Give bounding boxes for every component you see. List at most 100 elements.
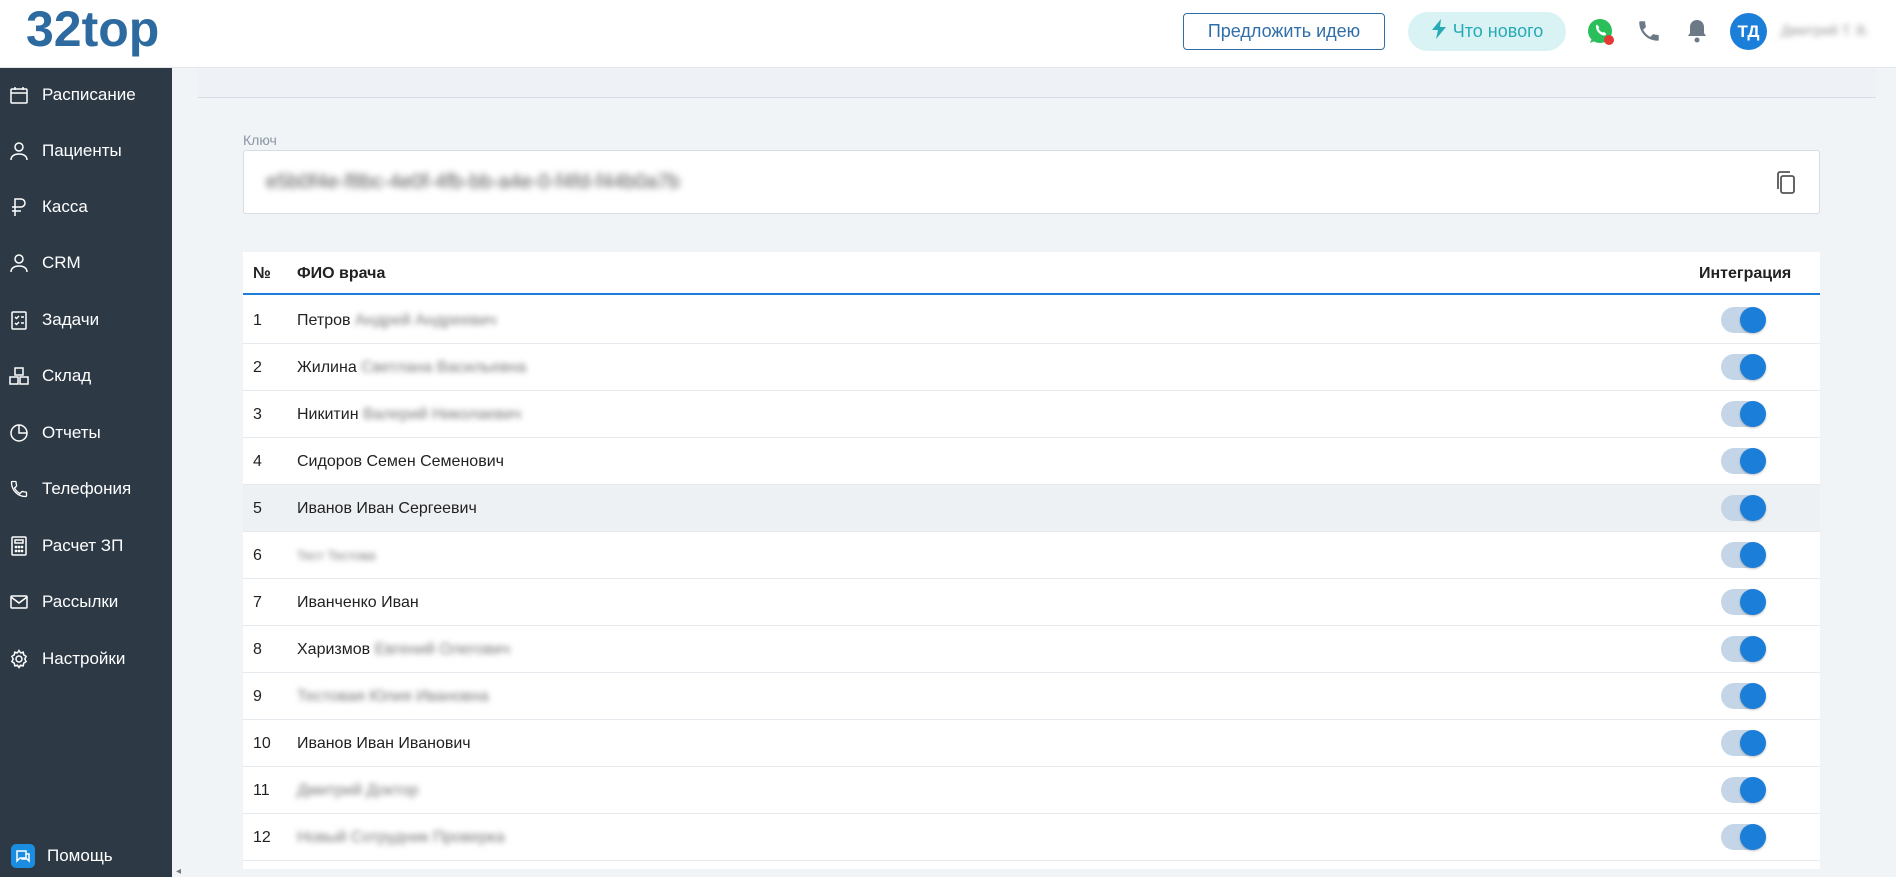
integration-toggle[interactable] [1721, 401, 1766, 427]
table-row: 10 Иванов Иван Иванович [243, 720, 1820, 767]
integration-toggle[interactable] [1721, 542, 1766, 568]
sidebar-item-label: CRM [42, 253, 81, 272]
doctor-name: Иванов Иван Иванович [297, 735, 471, 752]
doctor-name: Сидоров Семен Семенович [297, 453, 504, 470]
sidebar-item-mailings[interactable]: Рассылки [0, 582, 172, 622]
bell-icon[interactable] [1682, 16, 1712, 46]
integration-toggle[interactable] [1721, 636, 1766, 662]
doctor-name: Дмитрий Доктор [297, 782, 419, 799]
row-number: 2 [253, 359, 262, 376]
row-number: 9 [253, 688, 262, 705]
sidebar-item-settings[interactable]: Настройки [0, 639, 172, 679]
checklist-icon [9, 310, 29, 330]
integration-toggle[interactable] [1721, 495, 1766, 521]
top-header: 32top Предложить идею Что нового ТД Дмит… [0, 0, 1896, 68]
sidebar-item-tasks[interactable]: Задачи [0, 300, 172, 340]
key-value: e5b0f4e-f8bc-4e0f-4fb-bb-a4e-0-f4fd-f44b… [266, 171, 680, 193]
sidebar-item-label: Задачи [42, 310, 100, 329]
doctor-name: Иванов Иван Сергеевич [297, 500, 477, 517]
column-number: № [253, 265, 271, 282]
help-button[interactable]: Помощь [0, 835, 172, 877]
row-number: 1 [253, 312, 262, 329]
sidebar-item-crm[interactable]: CRM [0, 243, 172, 283]
sidebar-item-label: Настройки [42, 649, 126, 668]
sidebar-item-label: Расчет ЗП [42, 536, 124, 555]
doctor-name: Новый Сотрудник Проверка [297, 829, 505, 846]
whats-new-button[interactable]: Что нового [1408, 12, 1566, 51]
user-icon [9, 253, 29, 273]
sidebar-item-label: Отчеты [42, 423, 101, 442]
whatsapp-icon[interactable] [1585, 16, 1615, 46]
doctors-table: № ФИО врача Интеграция 1 Петров Андрей А… [243, 252, 1820, 869]
row-number: 7 [253, 594, 262, 611]
mail-icon [9, 592, 29, 612]
sidebar-item-payroll[interactable]: Расчет ЗП [0, 526, 172, 566]
table-row: 5 Иванов Иван Сергеевич [243, 485, 1820, 532]
row-number: 11 [253, 782, 270, 799]
help-label: Помощь [47, 846, 113, 865]
integration-toggle[interactable] [1721, 777, 1766, 803]
sidebar-item-telephony[interactable]: Телефония [0, 469, 172, 509]
table-row: 12 Новый Сотрудник Проверка [243, 814, 1820, 861]
phone-icon [9, 479, 29, 499]
scroll-left-arrow-icon[interactable]: ◂ [176, 866, 181, 877]
user-avatar[interactable]: ТД [1730, 13, 1767, 50]
integration-toggle[interactable] [1721, 589, 1766, 615]
sidebar-item-cashbox[interactable]: Касса [0, 187, 172, 227]
table-row: 9 Тестовая Юлия Ивановна [243, 673, 1820, 720]
table-row: 2 Жилина Светлана Васильевна [243, 344, 1820, 391]
boxes-icon [9, 366, 29, 386]
table-row: 3 Никитин Валерий Николаевич [243, 391, 1820, 438]
table-row: 11 Дмитрий Доктор [243, 767, 1820, 814]
user-name[interactable]: Дмитрий Т. В. [1781, 22, 1891, 40]
integration-toggle[interactable] [1721, 730, 1766, 756]
sidebar-item-label: Телефония [42, 479, 132, 498]
integration-toggle[interactable] [1721, 448, 1766, 474]
whats-new-label: Что нового [1452, 21, 1544, 41]
content-top-strip [198, 68, 1876, 98]
doctor-name: Петров Андрей Андреевич [297, 312, 497, 329]
integration-toggle[interactable] [1721, 354, 1766, 380]
row-number: 6 [253, 547, 262, 564]
column-integration: Интеграция [1699, 265, 1792, 282]
table-row: 6 Тест Тестова [243, 532, 1820, 579]
integration-toggle[interactable] [1721, 824, 1766, 850]
key-field[interactable]: e5b0f4e-f8bc-4e0f-4fb-bb-a4e-0-f4fd-f44b… [243, 150, 1820, 214]
integration-toggle[interactable] [1721, 683, 1766, 709]
table-row: 1 Петров Андрей Андреевич [243, 297, 1820, 344]
chat-help-icon [11, 844, 35, 868]
doctor-name: Жилина Светлана Васильевна [297, 359, 527, 376]
sidebar-item-reports[interactable]: Отчеты [0, 413, 172, 453]
phone-icon[interactable] [1634, 16, 1664, 46]
doctor-name: Никитин Валерий Николаевич [297, 406, 522, 423]
calculator-icon [9, 536, 29, 556]
doctor-name: Иванченко Иван [297, 594, 419, 611]
ruble-icon [9, 197, 29, 217]
user-icon [9, 141, 29, 161]
sidebar-item-label: Расписание [42, 85, 136, 104]
sidebar-item-label: Склад [42, 366, 92, 385]
sidebar: Расписание Пациенты Касса CRM Задачи Скл… [0, 68, 172, 877]
row-number: 5 [253, 500, 262, 517]
integration-toggle[interactable] [1721, 307, 1766, 333]
row-number: 3 [253, 406, 262, 423]
sidebar-item-label: Пациенты [42, 141, 122, 160]
column-doctor-name: ФИО врача [297, 265, 386, 282]
app-logo[interactable]: 32top [26, 0, 159, 58]
copy-icon[interactable] [1773, 169, 1799, 197]
sidebar-item-warehouse[interactable]: Склад [0, 356, 172, 396]
sidebar-item-patients[interactable]: Пациенты [0, 131, 172, 171]
key-label: Ключ [243, 132, 277, 148]
pie-chart-icon [9, 423, 29, 443]
doctor-name: Тест Тестова [297, 548, 376, 563]
table-row: 7 Иванченко Иван [243, 579, 1820, 626]
table-row: 8 Харизмов Евгений Олегович [243, 626, 1820, 673]
lightning-icon [1431, 19, 1447, 44]
doctor-name: Тестовая Юлия Ивановна [297, 688, 489, 705]
sidebar-item-schedule[interactable]: Расписание [0, 75, 172, 115]
table-header: № ФИО врача Интеграция [243, 252, 1820, 295]
row-number: 12 [253, 829, 271, 846]
suggest-idea-button[interactable]: Предложить идею [1183, 13, 1385, 50]
doctor-name: Харизмов Евгений Олегович [297, 641, 510, 658]
sidebar-item-label: Касса [42, 197, 88, 216]
